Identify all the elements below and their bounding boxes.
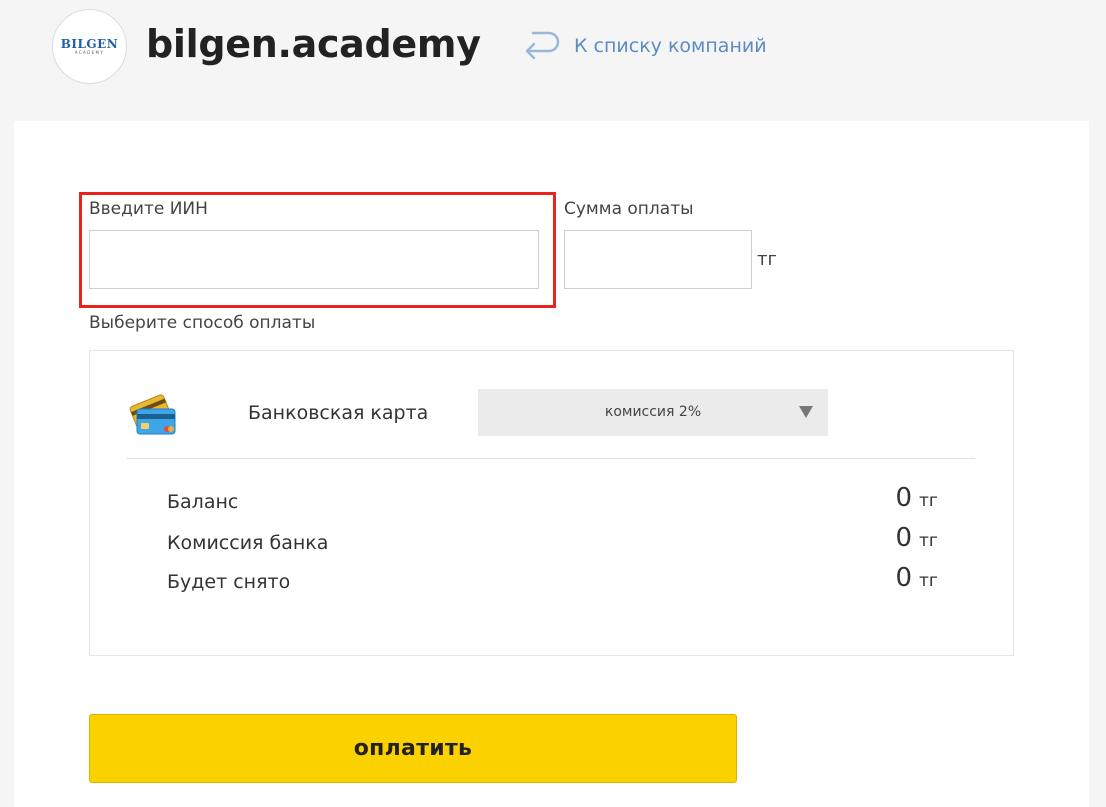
summary-label-total: Будет снято: [167, 571, 291, 593]
return-arrow-icon: [525, 31, 560, 60]
summary-value-bank-commission: 0: [895, 523, 912, 553]
payment-method-name: Банковская карта: [248, 402, 429, 424]
logo-sub-text: ACADEMY: [74, 49, 105, 55]
payment-method-box: Банковская карта комиссия 2% Баланс 0 тг…: [89, 350, 1014, 656]
payment-method-label: Выберите способ оплаты: [89, 313, 316, 333]
chevron-down-icon: [799, 406, 813, 418]
sum-input[interactable]: [564, 230, 752, 289]
back-link-label: К списку компаний: [574, 35, 767, 57]
divider: [127, 458, 975, 459]
commission-select[interactable]: комиссия 2%: [478, 389, 828, 436]
commission-selected-value: комиссия 2%: [604, 404, 702, 420]
back-to-companies-link[interactable]: К списку компаний: [524, 28, 767, 64]
iin-label: Введите ИИН: [89, 199, 208, 219]
summary-label-bank-commission: Комиссия банка: [167, 532, 329, 554]
summary-unit-bank-commission: тг: [919, 531, 938, 551]
sum-label: Сумма оплаты: [564, 199, 694, 219]
summary-value-balance: 0: [895, 483, 912, 513]
sum-unit: тг: [757, 249, 777, 270]
summary-unit-total: тг: [919, 571, 938, 591]
payment-card: Введите ИИН Сумма оплаты тг Выберите спо…: [14, 121, 1089, 807]
logo-main-text: BILGEN: [60, 36, 119, 51]
summary-unit-balance: тг: [919, 491, 938, 511]
credit-card-icon: [127, 387, 179, 443]
summary-label-balance: Баланс: [167, 491, 239, 513]
summary-value-total: 0: [895, 563, 912, 593]
header: BILGEN ACADEMY bilgen.academy К списку к…: [0, 0, 1106, 120]
pay-button[interactable]: оплатить: [89, 714, 737, 783]
company-logo: BILGEN ACADEMY: [52, 9, 127, 84]
company-name: bilgen.academy: [146, 22, 481, 66]
iin-input[interactable]: [89, 230, 539, 289]
